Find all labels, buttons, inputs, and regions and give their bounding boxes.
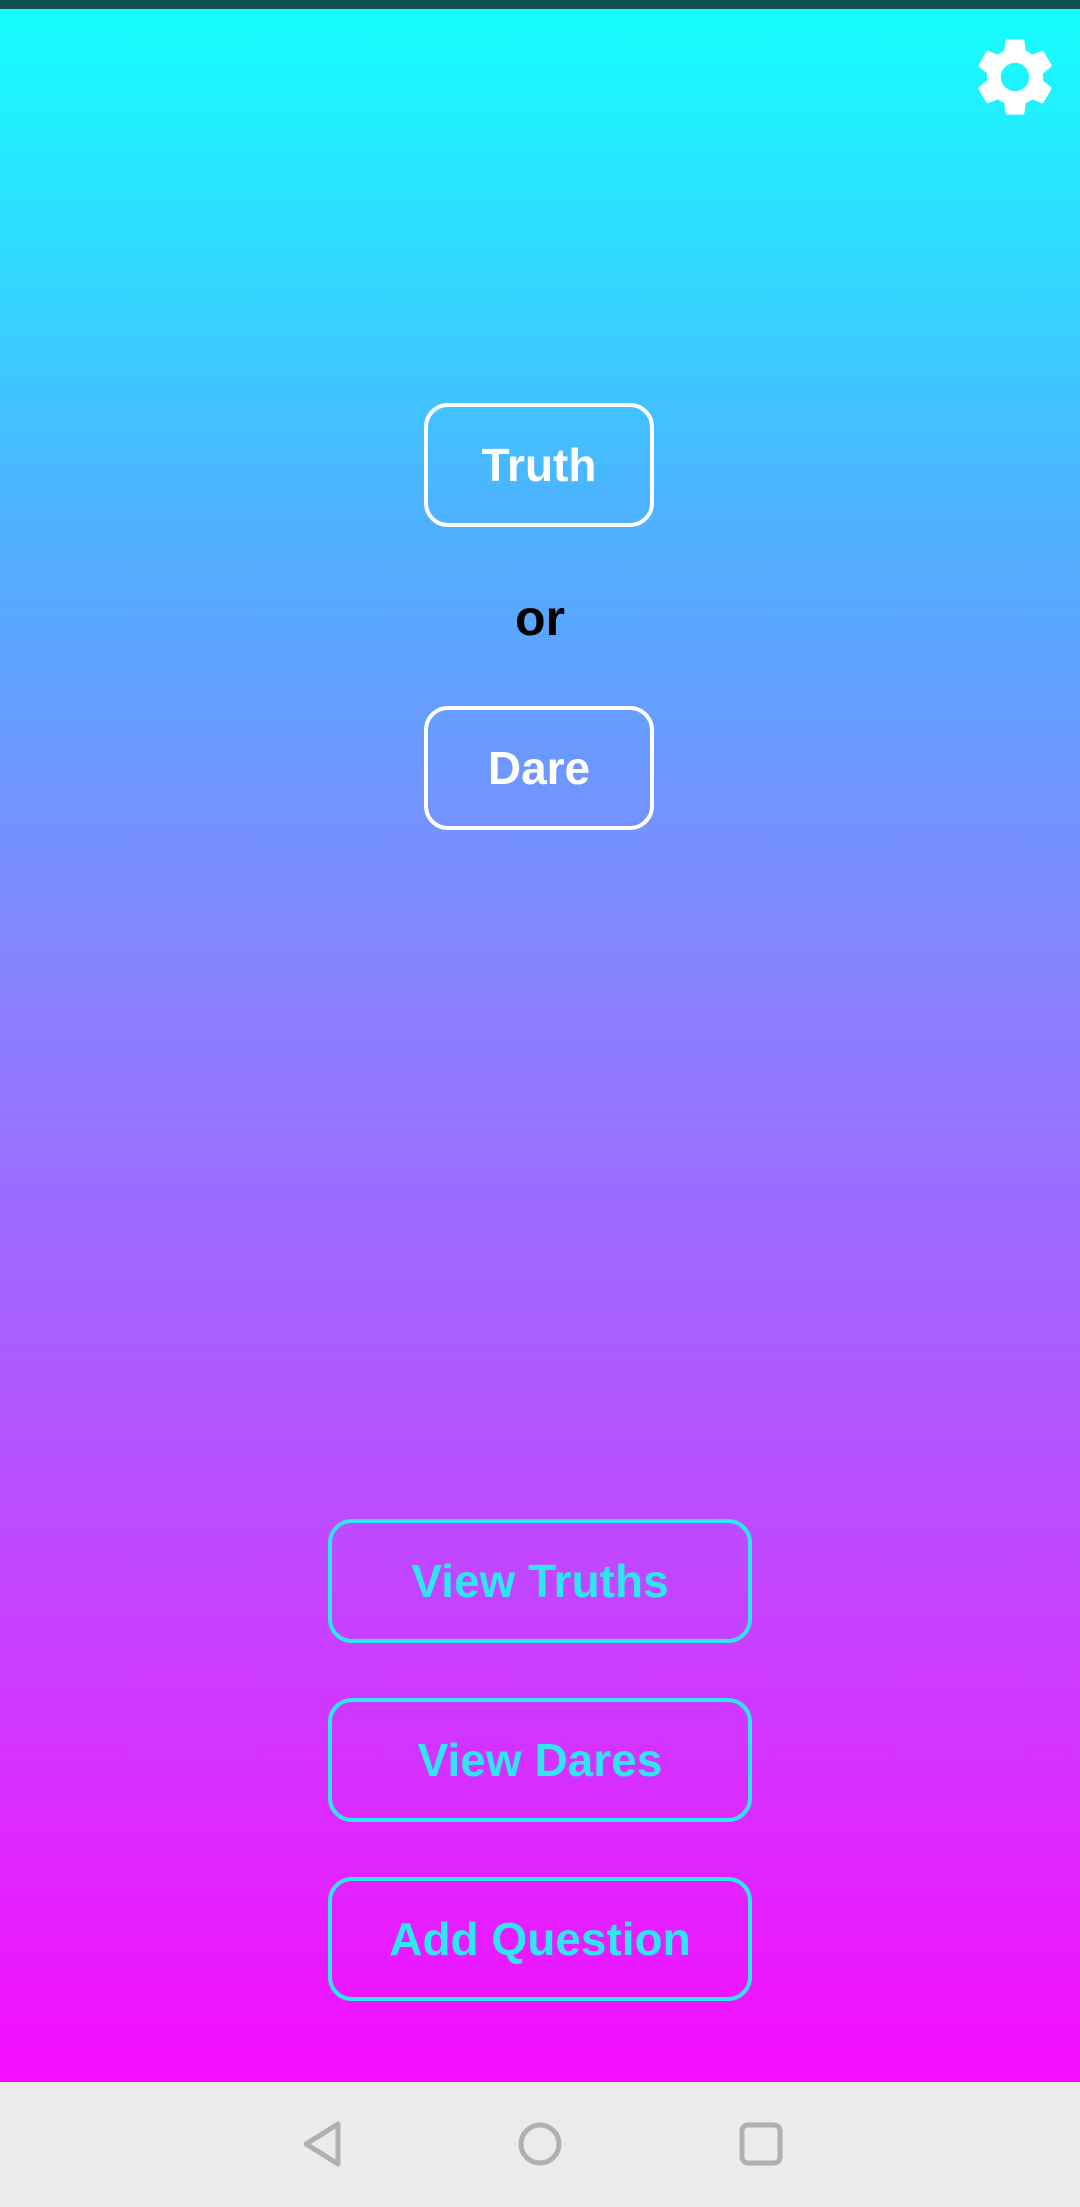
- nav-home-button[interactable]: [508, 2112, 572, 2176]
- view-dares-button[interactable]: View Dares: [328, 1698, 752, 1822]
- back-triangle-icon: [303, 2121, 341, 2167]
- add-question-button[interactable]: Add Question: [328, 1877, 752, 2001]
- or-label: or: [515, 590, 565, 646]
- main-content: Truth or Dare View Truths View Dares Add…: [0, 9, 1080, 2082]
- dare-button[interactable]: Dare: [424, 706, 654, 830]
- view-truths-button[interactable]: View Truths: [328, 1519, 752, 1643]
- system-navigation-bar: [0, 2082, 1080, 2207]
- settings-button[interactable]: [968, 30, 1062, 124]
- recents-square-icon: [739, 2122, 783, 2166]
- nav-back-button[interactable]: [290, 2112, 354, 2176]
- nav-recents-button[interactable]: [729, 2112, 793, 2176]
- status-bar: [0, 0, 1080, 9]
- home-circle-icon: [518, 2122, 562, 2166]
- gear-icon: [978, 39, 1052, 115]
- truth-button[interactable]: Truth: [424, 403, 654, 527]
- app-screen: Truth or Dare View Truths View Dares Add…: [0, 0, 1080, 2207]
